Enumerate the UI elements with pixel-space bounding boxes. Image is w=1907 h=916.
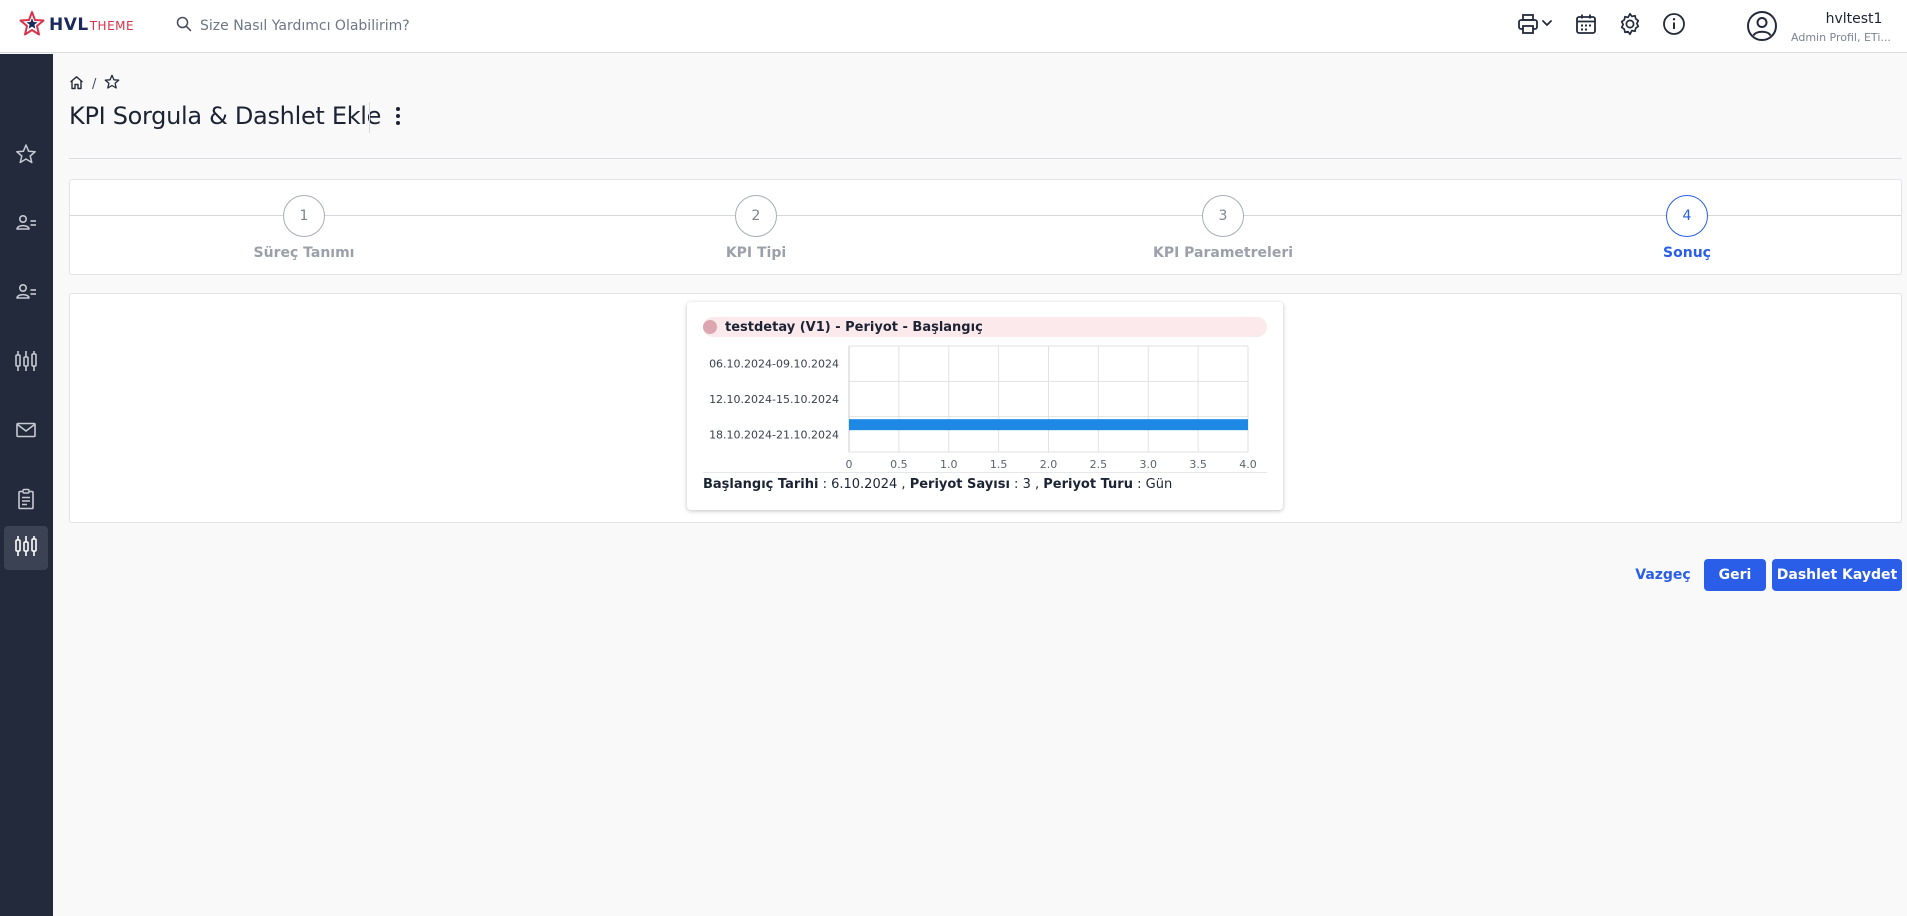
user-menu[interactable]: hvltest1 Admin Profil, ETi... [1742,8,1902,46]
bar [849,419,1248,431]
period-type-value: Gün [1145,477,1173,492]
card-header: testdetay (V1) - Periyot - Başlangıç [703,317,1267,337]
x-tick-label: 0 [846,458,853,470]
sliders-icon [14,349,38,377]
step-label: KPI Tipi [725,245,787,261]
gear-icon [1618,12,1642,40]
logo[interactable]: HVL THEME [19,11,134,39]
x-tick-label: 0.5 [890,458,908,470]
sidebar-item-favorites[interactable] [4,134,48,178]
step-label: Süreç Tanımı [253,245,355,261]
x-tick-label: 3.5 [1189,458,1207,470]
step-number: 3 [1202,195,1244,237]
search-input[interactable] [200,18,580,34]
sidebar-item-kpi-active[interactable] [4,526,48,570]
mail-icon [15,419,37,445]
step-number: 2 [735,195,777,237]
star-logo-icon [19,10,45,40]
calendar-button[interactable] [1572,12,1600,40]
step-3[interactable]: 3 KPI Parametreleri [1113,195,1333,261]
favorite-star-icon[interactable] [104,74,120,94]
printer-icon [1517,13,1555,39]
star-icon [15,143,37,169]
breadcrumb: / [69,74,120,94]
x-tick-label: 1.5 [990,458,1008,470]
page-title: KPI Sorgula & Dashlet Ekle [69,102,382,130]
printer-button[interactable] [1516,12,1556,40]
users-icon [15,212,37,238]
x-tick-label: 2.0 [1040,458,1058,470]
info-icon [1662,12,1686,40]
top-header: HVL THEME hvltest1 Admin Profil, ETi... [0,0,1907,53]
title-divider [369,102,370,133]
title-divider-line [69,158,1902,159]
sidebar-item-users[interactable] [4,203,48,247]
logo-suffix: THEME [89,19,135,33]
sidebar-item-users-2[interactable] [4,272,48,316]
breadcrumb-separator: / [92,76,97,92]
step-number: 1 [283,195,325,237]
step-label: Sonuç [1663,245,1711,261]
logo-brand: HVL [49,15,89,35]
step-4[interactable]: 4 Sonuç [1577,195,1797,261]
user-circle-icon [1746,10,1778,46]
user-name: hvltest1 [1825,11,1883,27]
clipboard-icon [15,488,37,514]
step-2[interactable]: 2 KPI Tipi [646,195,866,261]
sidebar [0,54,53,916]
period-count-value: 3 [1022,477,1031,492]
status-dot [703,320,717,334]
card-title: testdetay (V1) - Periyot - Başlangıç [725,319,983,335]
x-tick-label: 4.0 [1239,458,1257,470]
stepper: 1 Süreç Tanımı 2 KPI Tipi 3 KPI Parametr… [69,179,1902,275]
calendar-icon [1575,13,1597,39]
more-options-button[interactable] [388,105,408,131]
kebab-menu-icon [395,106,401,130]
user-role: Admin Profil, ETi... [1791,31,1891,44]
home-icon[interactable] [69,75,84,94]
y-category-label: 12.10.2024-15.10.2024 [709,393,839,406]
sidebar-item-mail[interactable] [4,410,48,454]
users-icon [15,281,37,307]
save-dashlet-button[interactable]: Dashlet Kaydet [1772,559,1902,591]
search-bar [176,12,596,40]
step-number: 4 [1666,195,1708,237]
sidebar-item-kpi[interactable] [4,341,48,385]
step-label: KPI Parametreleri [1152,245,1294,261]
result-panel: testdetay (V1) - Periyot - Başlangıç 0 0.… [69,293,1902,523]
start-date-label: Başlangıç Tarihi [703,477,819,492]
period-type-label: Periyot Turu [1043,477,1133,492]
cancel-button[interactable]: Vazgeç [1627,559,1699,591]
info-button[interactable] [1660,12,1688,40]
step-1[interactable]: 1 Süreç Tanımı [194,195,414,261]
y-category-label: 06.10.2024-09.10.2024 [709,358,839,371]
x-tick-label: 3.0 [1140,458,1158,470]
y-category-label: 18.10.2024-21.10.2024 [709,428,839,441]
sidebar-item-tasks[interactable] [4,479,48,523]
start-date-value: 6.10.2024 [831,477,898,492]
period-count-label: Periyot Sayısı [909,477,1010,492]
kpi-bar-chart: 0 0.5 1.0 1.5 2.0 2.5 3.0 3.5 4.0 06.10.2024-09.1… [709,345,1257,470]
card-footer: Başlangıç Tarihi : 6.10.2024 , Periyot S… [703,472,1267,492]
settings-button[interactable] [1616,12,1644,40]
sliders-icon [14,534,38,562]
kpi-dashlet-card: testdetay (V1) - Periyot - Başlangıç 0 0.… [687,302,1283,510]
x-tick-label: 1.0 [940,458,958,470]
x-tick-label: 2.5 [1090,458,1108,470]
back-button[interactable]: Geri [1704,559,1766,591]
search-icon [176,16,192,36]
